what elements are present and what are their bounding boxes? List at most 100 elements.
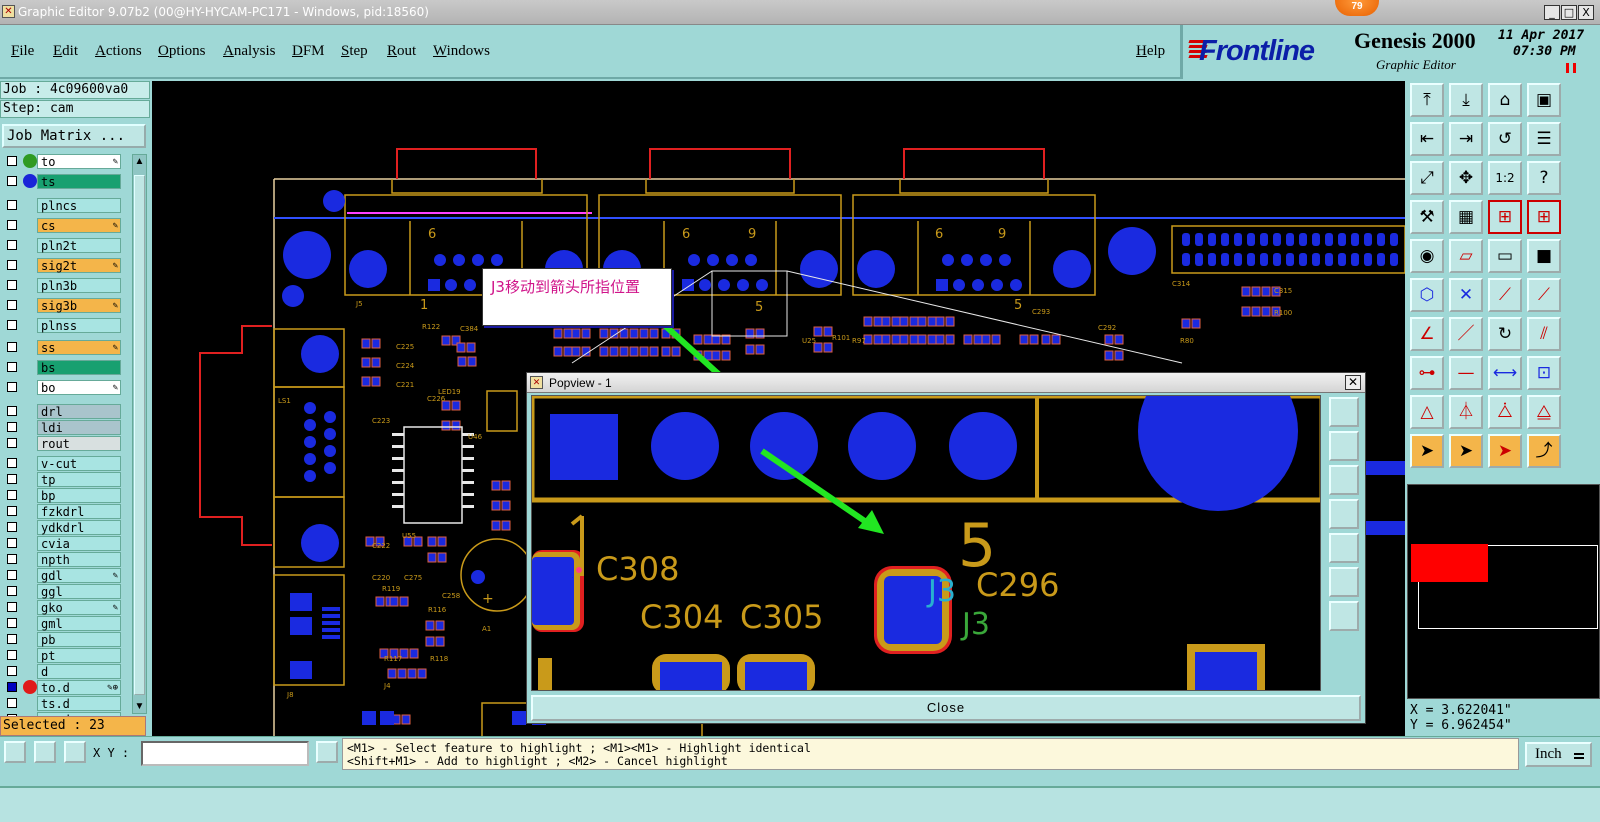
layer-checkbox[interactable] xyxy=(7,156,17,166)
layer-checkbox[interactable] xyxy=(7,220,17,230)
header-pin[interactable] xyxy=(1260,233,1268,246)
header-pin[interactable] xyxy=(1286,253,1294,266)
popview-close-button[interactable]: Close xyxy=(531,695,1361,721)
smd-pad[interactable] xyxy=(881,316,891,327)
smd-pad[interactable] xyxy=(973,334,983,345)
smd-pad[interactable] xyxy=(553,346,563,357)
layer-row-gdl[interactable]: gdl ✎ xyxy=(3,568,121,583)
smd-pad[interactable] xyxy=(629,328,639,339)
maximize-button[interactable]: □ xyxy=(1561,5,1577,20)
layer-name[interactable]: npth xyxy=(37,552,121,567)
layer-name[interactable]: ydkdrl xyxy=(37,520,121,535)
layer-checkbox[interactable] xyxy=(7,240,17,250)
layer-checkbox[interactable] xyxy=(7,682,17,692)
smd-pad[interactable] xyxy=(467,356,477,367)
segment-icon[interactable]: — xyxy=(1449,356,1483,390)
layer-checkbox[interactable] xyxy=(7,602,17,612)
ratio-1-2-icon[interactable]: 1:2 xyxy=(1488,161,1522,195)
layer-checkbox[interactable] xyxy=(7,698,17,708)
layer-checkbox[interactable] xyxy=(7,522,17,532)
smd-pad[interactable] xyxy=(407,668,417,679)
menu-dfm[interactable]: DFM xyxy=(292,43,325,60)
layer-name[interactable]: sig2t ✎ xyxy=(37,258,121,273)
layer-color-dot[interactable] xyxy=(23,174,37,188)
pointer-icon[interactable]: ➤ xyxy=(1410,434,1444,468)
smd-pad[interactable] xyxy=(553,328,563,339)
smd-pad[interactable] xyxy=(813,326,823,337)
snap-icon[interactable] xyxy=(4,741,26,763)
smd-pad[interactable] xyxy=(361,357,371,368)
smd-pad[interactable] xyxy=(427,552,437,563)
smd-pad[interactable] xyxy=(963,334,973,345)
smd-pad[interactable] xyxy=(371,357,381,368)
layer-checkbox[interactable] xyxy=(7,538,17,548)
smd-pad[interactable] xyxy=(409,648,419,659)
layer-checkbox[interactable] xyxy=(7,320,17,330)
layer-name[interactable]: gko ✎ xyxy=(37,600,121,615)
smd-pad[interactable] xyxy=(1051,334,1061,345)
layer-row-tp[interactable]: tp xyxy=(3,472,121,487)
layer-name[interactable]: bp xyxy=(37,488,121,503)
smd-pad[interactable] xyxy=(639,346,649,357)
layer-select-2-icon[interactable]: ⊞ xyxy=(1527,200,1561,234)
triangle-arrow-icon[interactable]: ⧊ xyxy=(1488,395,1522,429)
smd-pad[interactable] xyxy=(745,344,755,355)
smd-pad[interactable] xyxy=(661,346,671,357)
smd-pad[interactable] xyxy=(917,316,927,327)
smd-pad[interactable] xyxy=(1261,286,1271,297)
menu-step[interactable]: Step xyxy=(341,43,368,60)
smd-pad[interactable] xyxy=(451,400,461,411)
grid-icon[interactable]: ▦ xyxy=(1449,200,1483,234)
smd-pad[interactable] xyxy=(1241,306,1251,317)
triangle-icon[interactable]: △ xyxy=(1410,395,1444,429)
smd-pad[interactable] xyxy=(441,420,451,431)
header-pin[interactable] xyxy=(1364,253,1372,266)
layer-row-d[interactable]: d xyxy=(3,664,121,679)
layer-name[interactable]: ldi xyxy=(37,420,121,435)
smd-pad[interactable] xyxy=(1191,318,1201,329)
layer-name[interactable]: cs ✎ xyxy=(37,218,121,233)
popview-up-icon[interactable] xyxy=(1329,431,1359,461)
header-pin[interactable] xyxy=(1234,253,1242,266)
layer-color-dot[interactable] xyxy=(23,154,37,168)
job-matrix-button[interactable]: Job Matrix ... xyxy=(2,124,146,148)
layer-row-bs[interactable]: bs xyxy=(3,360,121,375)
list-icon[interactable]: ☰ xyxy=(1527,122,1561,156)
smd-pad[interactable] xyxy=(873,316,883,327)
header-pin[interactable] xyxy=(1390,253,1398,266)
measure-icon[interactable]: ⟷ xyxy=(1488,356,1522,390)
layer-row-sig3b[interactable]: sig3b ✎ xyxy=(3,298,121,313)
smd-pad[interactable] xyxy=(1181,318,1191,329)
smd-pad[interactable] xyxy=(823,342,833,353)
pause-icon[interactable] xyxy=(1566,63,1576,73)
layer-name[interactable]: pt xyxy=(37,648,121,663)
layer-checkbox[interactable] xyxy=(7,342,17,352)
smd-pad[interactable] xyxy=(891,316,901,327)
layer-name[interactable]: pb xyxy=(37,632,121,647)
layer-checkbox[interactable] xyxy=(7,382,17,392)
popview-down-icon[interactable] xyxy=(1329,465,1359,495)
smd-pad[interactable] xyxy=(401,714,411,725)
header-pin[interactable] xyxy=(1286,233,1294,246)
minimize-button[interactable]: _ xyxy=(1544,5,1560,20)
smd-pad[interactable] xyxy=(755,328,765,339)
layer-row-ldi[interactable]: ldi xyxy=(3,420,121,435)
cross-icon[interactable]: ✕ xyxy=(1449,278,1483,312)
menu-actions[interactable]: Actions xyxy=(95,43,142,60)
header-pin[interactable] xyxy=(1247,253,1255,266)
popview-right-icon[interactable] xyxy=(1329,533,1359,563)
smd-pad[interactable] xyxy=(917,334,927,345)
header-pin[interactable] xyxy=(1260,253,1268,266)
square-icon[interactable]: ■ xyxy=(1527,239,1561,273)
smd-pad[interactable] xyxy=(711,350,721,361)
smd-pad[interactable] xyxy=(945,334,955,345)
smd-pad[interactable] xyxy=(881,334,891,345)
layer-row-ts[interactable]: ts xyxy=(3,174,121,189)
header-pin[interactable] xyxy=(1221,253,1229,266)
connect-icon[interactable]: ⬡ xyxy=(1410,278,1444,312)
header-pin[interactable] xyxy=(1338,233,1346,246)
wrench-icon[interactable]: ⚒ xyxy=(1410,200,1444,234)
layer-name[interactable]: pln3b xyxy=(37,278,121,293)
layer-row-sig2t[interactable]: sig2t ✎ xyxy=(3,258,121,273)
layer-row-to[interactable]: to ✎ xyxy=(3,154,121,169)
